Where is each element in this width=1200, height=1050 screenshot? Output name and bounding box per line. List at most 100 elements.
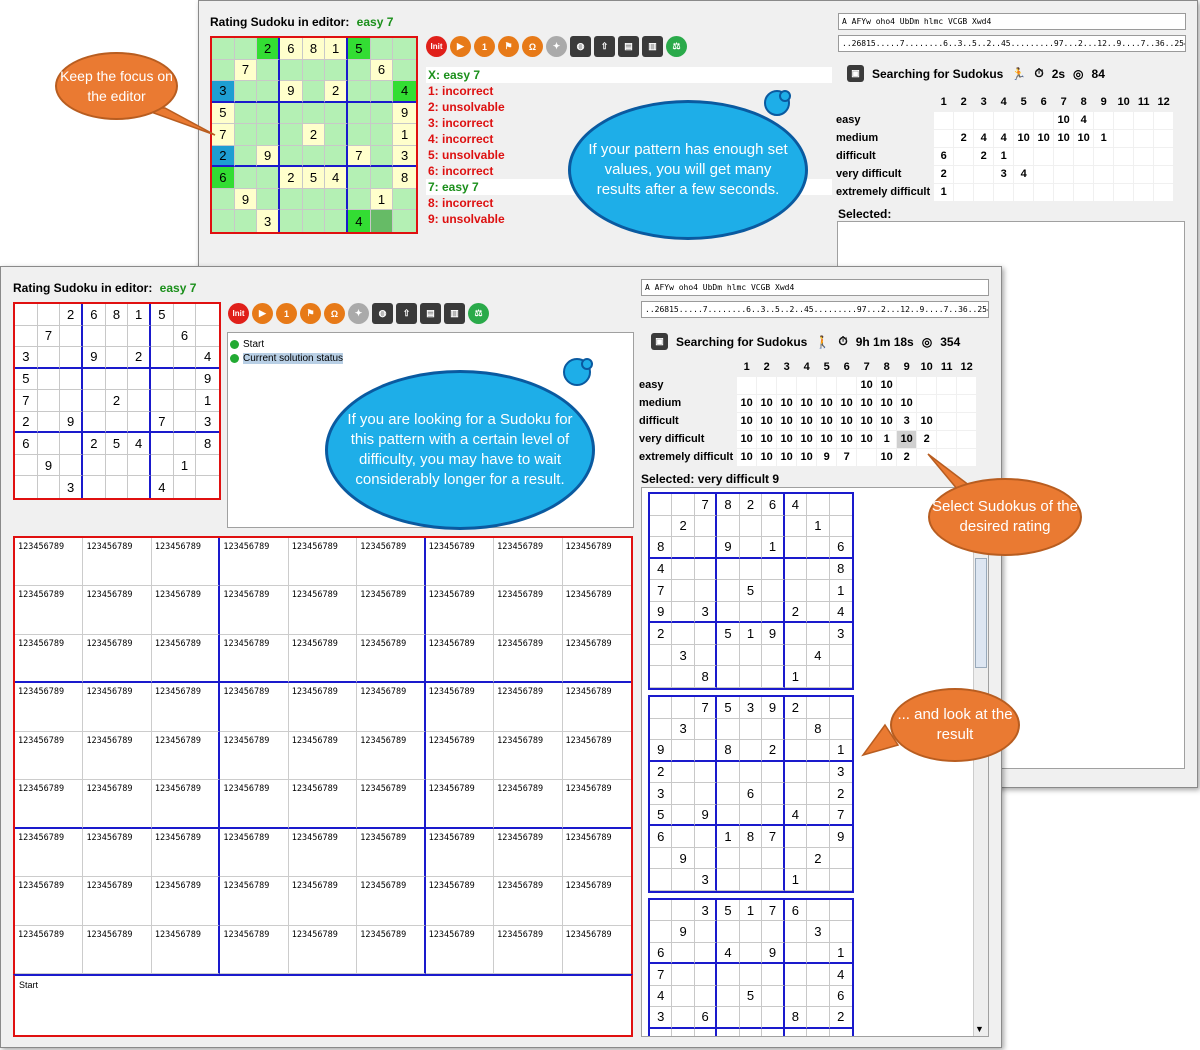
rating-cell[interactable] — [916, 393, 938, 413]
sudoku-cell[interactable] — [196, 326, 219, 348]
rating-cell[interactable] — [1073, 164, 1095, 184]
sudoku-cell[interactable]: 3 — [15, 347, 38, 369]
sudoku-cell[interactable]: 1 — [325, 38, 348, 60]
sudoku-cell[interactable]: 9 — [257, 145, 280, 168]
sudoku-cell[interactable]: 4 — [151, 476, 174, 498]
candidate-cell[interactable]: 123456789 — [220, 586, 289, 635]
sudoku-cell[interactable]: 9 — [279, 81, 303, 103]
sudoku-cell[interactable] — [347, 188, 371, 211]
sudoku-cell[interactable]: 4 — [128, 433, 151, 455]
back-pattern-field[interactable]: ..26815.....7........6..3..5..2..45.....… — [838, 35, 1186, 52]
rating-cell[interactable] — [973, 164, 995, 184]
rating-cell[interactable] — [736, 375, 758, 395]
candidate-cell[interactable]: 123456789 — [288, 828, 358, 878]
sudoku-cell[interactable] — [234, 210, 258, 232]
candidate-cell[interactable]: 123456789 — [220, 828, 289, 878]
one-icon[interactable]: 1 — [474, 36, 495, 57]
rating-cell[interactable]: 10 — [876, 393, 898, 413]
rating-cell[interactable] — [953, 146, 975, 166]
result-item[interactable]: 1: incorrect — [426, 83, 832, 99]
sudoku-cell[interactable] — [37, 433, 61, 455]
sudoku-cell[interactable]: 9 — [37, 454, 61, 477]
rating-cell[interactable]: 10 — [816, 393, 838, 413]
result-sudoku[interactable]: 75392389821233625947618799231 — [648, 695, 854, 893]
sudoku-cell[interactable] — [257, 59, 280, 82]
sudoku-cell[interactable] — [370, 124, 394, 146]
sudoku-cell[interactable] — [60, 433, 83, 455]
rating-cell[interactable] — [1093, 110, 1115, 130]
rating-cell[interactable] — [1073, 182, 1095, 202]
sudoku-cell[interactable]: 7 — [150, 411, 174, 434]
sudoku-cell[interactable]: 6 — [279, 38, 303, 60]
rating-cell[interactable]: 10 — [796, 447, 818, 467]
sudoku-cell[interactable]: 8 — [302, 38, 326, 60]
sudoku-cell[interactable]: 6 — [15, 433, 38, 455]
sudoku-cell[interactable] — [173, 411, 197, 434]
back-code-field[interactable]: A AFYw oho4 UbDm hlmc VCGB Xwd4 — [838, 13, 1186, 30]
rating-cell[interactable]: 10 — [776, 393, 798, 413]
rating-cell[interactable] — [933, 110, 955, 130]
rating-cell[interactable]: 10 — [1033, 128, 1055, 148]
rating-cell[interactable] — [1033, 146, 1055, 166]
results-scrollbar[interactable]: ▼ — [973, 488, 988, 1036]
play-icon[interactable]: ▶ — [450, 36, 471, 57]
candidate-cell[interactable]: 123456789 — [220, 538, 289, 587]
sudoku-cell[interactable] — [302, 188, 326, 211]
rating-cell[interactable]: 10 — [756, 429, 778, 449]
candidate-cell[interactable]: 123456789 — [220, 877, 289, 926]
rating-cell[interactable]: 6 — [933, 146, 955, 166]
sudoku-cell[interactable]: 4 — [196, 347, 219, 369]
sudoku-cell[interactable] — [279, 102, 303, 125]
candidate-cell[interactable]: 123456789 — [220, 683, 289, 732]
candidate-cell[interactable]: 123456789 — [288, 877, 358, 926]
rating-cell[interactable]: 10 — [836, 393, 858, 413]
sudoku-cell[interactable] — [393, 188, 416, 211]
sudoku-cell[interactable] — [173, 368, 197, 391]
sudoku-cell[interactable] — [325, 102, 348, 125]
candidate-cell[interactable]: 123456789 — [83, 634, 152, 684]
back-rating-table[interactable]: 1 2 3 4 5 6 7 8 9 10 11 12 easy 10 4 medium 2 4 4 10 10 10 10 1… — [836, 93, 1175, 202]
sudoku-cell[interactable]: 6 — [212, 167, 235, 189]
wand-icon[interactable]: ✦ — [546, 36, 567, 57]
rating-cell[interactable] — [956, 411, 978, 431]
sudoku-cell[interactable]: 2 — [105, 390, 129, 412]
sudoku-cell[interactable]: 9 — [234, 188, 258, 211]
rating-cell[interactable] — [1113, 110, 1135, 130]
rating-cell[interactable] — [936, 447, 958, 467]
sudoku-cell[interactable] — [106, 476, 129, 498]
sudoku-cell[interactable] — [370, 38, 394, 60]
sudoku-cell[interactable] — [150, 347, 174, 369]
rating-cell[interactable]: 10 — [756, 411, 778, 431]
rating-cell[interactable] — [1093, 164, 1115, 184]
sudoku-cell[interactable] — [128, 454, 151, 477]
candidate-cell[interactable]: 123456789 — [151, 877, 221, 926]
sudoku-cell[interactable] — [257, 167, 280, 189]
globe-icon[interactable]: ◍ — [372, 303, 393, 324]
sudoku-cell[interactable] — [128, 411, 151, 434]
candidate-cell[interactable]: 123456789 — [425, 731, 495, 781]
sudoku-cell[interactable]: 9 — [196, 369, 219, 391]
rating-cell[interactable] — [1153, 146, 1175, 166]
rating-cell[interactable]: 10 — [776, 411, 798, 431]
candidate-cell[interactable]: 123456789 — [288, 586, 358, 635]
rating-cell[interactable]: 3 — [993, 164, 1015, 184]
result-item[interactable]: X: easy 7 — [426, 67, 832, 83]
rating-cell[interactable] — [1153, 182, 1175, 202]
rating-cell[interactable] — [836, 375, 858, 395]
sudoku-cell[interactable]: 4 — [393, 81, 416, 103]
rating-cell[interactable]: 10 — [736, 411, 758, 431]
candidate-cell[interactable]: 123456789 — [151, 780, 221, 829]
candidate-cell[interactable]: 123456789 — [357, 731, 426, 781]
sudoku-cell[interactable] — [370, 145, 394, 168]
candidate-cell[interactable]: 123456789 — [288, 634, 358, 684]
candidate-cell[interactable]: 123456789 — [494, 877, 563, 926]
sudoku-cell[interactable] — [128, 476, 151, 498]
sudoku-cell[interactable] — [196, 304, 219, 326]
rating-cell[interactable]: 10 — [756, 447, 778, 467]
candidate-cell[interactable]: 123456789 — [562, 780, 631, 829]
sudoku-cell[interactable] — [196, 476, 219, 498]
sudoku-cell[interactable] — [38, 476, 61, 498]
rating-cell[interactable]: 10 — [1053, 128, 1075, 148]
sudoku-cell[interactable] — [234, 167, 258, 189]
solution-tree[interactable]: Start Current solution status — [228, 333, 633, 369]
